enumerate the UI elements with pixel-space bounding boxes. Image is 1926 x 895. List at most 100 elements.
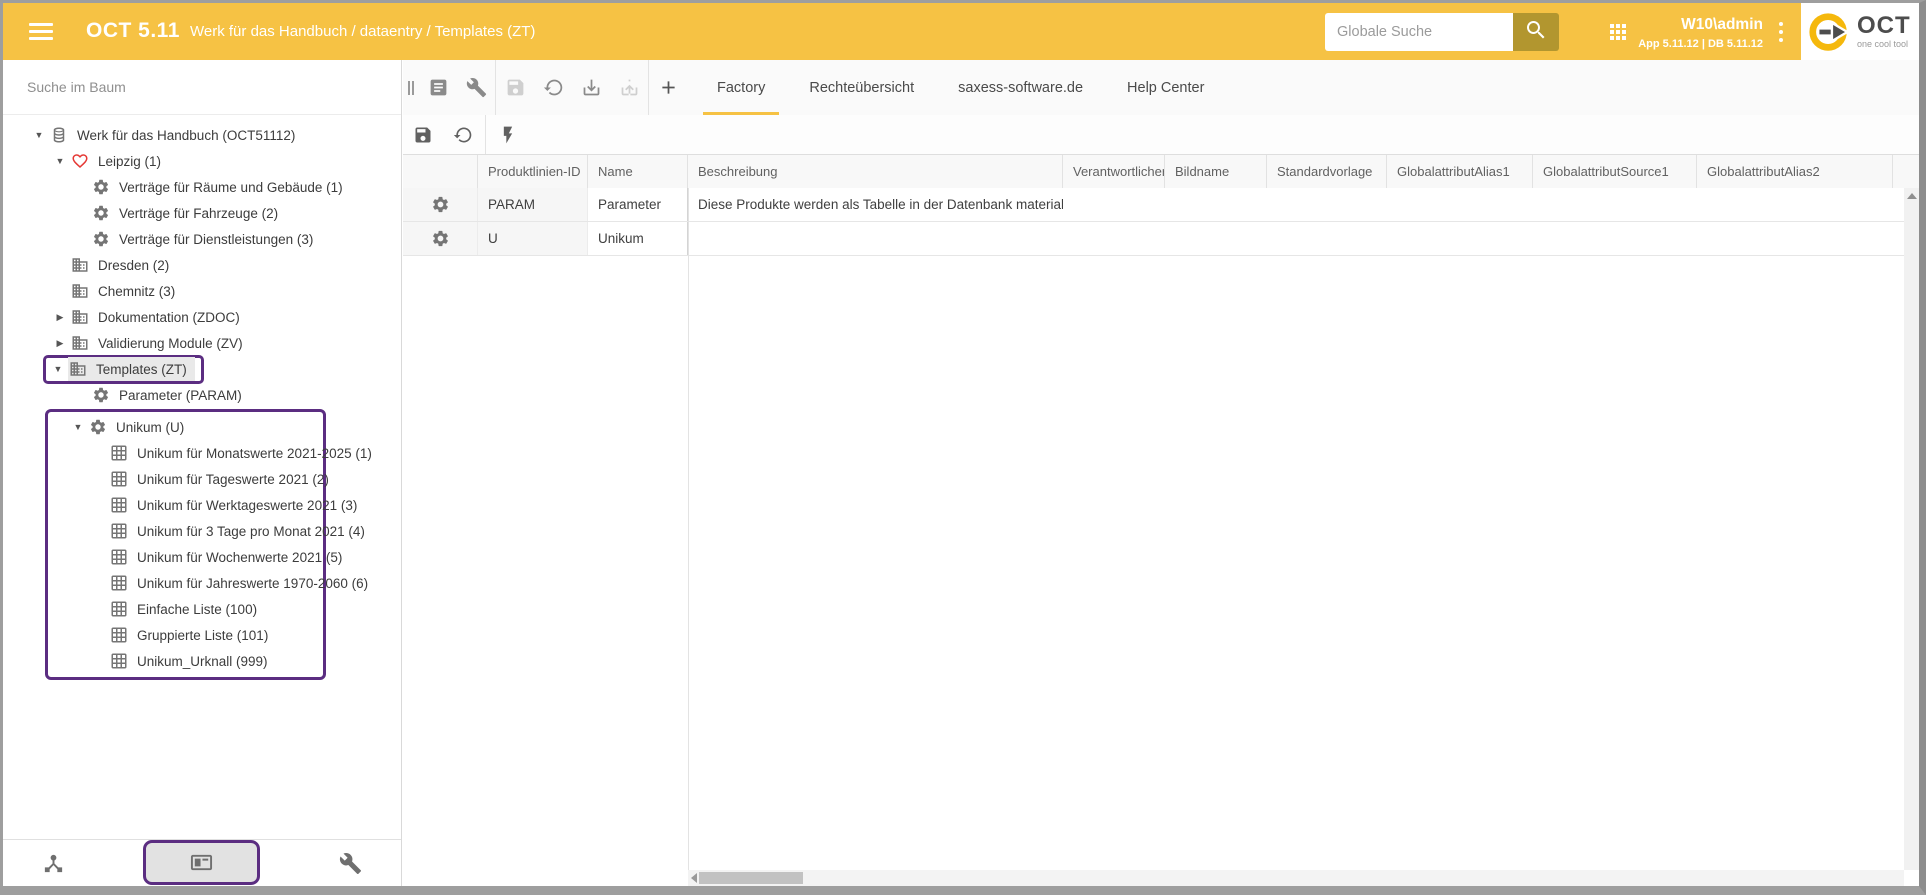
table-body: PARAMParameterDiese Produkte werden als …: [403, 188, 1919, 256]
heart-icon: [71, 152, 89, 170]
horizontal-scrollbar[interactable]: [688, 870, 1904, 886]
expander-right-icon[interactable]: ▶: [50, 304, 70, 330]
tree-item[interactable]: Einfache Liste (100): [48, 596, 323, 622]
column-header-produktlinien-id[interactable]: Produktlinien-ID: [478, 155, 588, 188]
table-cell: U: [478, 222, 588, 255]
tree-item[interactable]: Unikum für 3 Tage pro Monat 2021 (4): [48, 518, 323, 544]
tree-item-label: Templates (ZT): [96, 362, 187, 377]
column-header-bildname[interactable]: Bildname: [1165, 155, 1267, 188]
column-header-globalattributsource1[interactable]: GlobalattributSource1: [1533, 155, 1697, 188]
panel-button[interactable]: [419, 60, 457, 115]
app-title: OCT 5.11: [86, 19, 180, 43]
expander-down-icon[interactable]: ▼: [29, 122, 49, 148]
user-name[interactable]: W10\admin: [1638, 16, 1763, 34]
column-header-globalattributalias1[interactable]: GlobalattributAlias1: [1387, 155, 1533, 188]
tree-item[interactable]: Parameter (PARAM): [3, 382, 401, 408]
column-header-empty[interactable]: [1893, 155, 1919, 188]
vertical-scrollbar[interactable]: [1904, 188, 1919, 870]
menu-icon[interactable]: [29, 23, 53, 40]
tree-item[interactable]: ▼Werk für das Handbuch (OCT51112): [3, 122, 401, 148]
tree-item[interactable]: ▼Unikum (U): [48, 414, 323, 440]
tree-item-label: Unikum für Jahreswerte 1970-2060 (6): [137, 576, 368, 591]
main-panel: FactoryRechteübersichtsaxess-software.de…: [403, 60, 1919, 886]
tree-item[interactable]: Verträge für Räume und Gebäude (1): [3, 174, 401, 200]
row-gear-button[interactable]: [403, 222, 478, 255]
table-row[interactable]: PARAMParameterDiese Produkte werden als …: [403, 188, 1919, 222]
grid-flash-button[interactable]: [488, 115, 528, 154]
table-cell: PARAM: [478, 188, 588, 221]
building-icon: [71, 282, 89, 300]
column-header-empty[interactable]: [403, 155, 478, 188]
expander-down-icon[interactable]: ▼: [68, 414, 88, 440]
tab-rechte-bersicht[interactable]: Rechteübersicht: [787, 60, 936, 115]
database-icon: [50, 126, 68, 144]
grid-icon: [110, 444, 128, 462]
search-icon: [1524, 18, 1548, 42]
download-button[interactable]: [572, 60, 610, 115]
tree-item[interactable]: Unikum für Jahreswerte 1970-2060 (6): [48, 570, 323, 596]
tree-item[interactable]: Gruppierte Liste (101): [48, 622, 323, 648]
upload-button[interactable]: [610, 60, 648, 115]
row-gear-button[interactable]: [403, 188, 478, 221]
tree-item[interactable]: ▼ Templates (ZT): [3, 356, 401, 382]
tree-item-label: Dokumentation (ZDOC): [98, 310, 240, 325]
search-button[interactable]: [1513, 13, 1559, 51]
sidebar-view-hierarchy-button[interactable]: [42, 852, 65, 875]
expander-down-icon[interactable]: ▼: [50, 148, 70, 174]
tree-search-input[interactable]: [25, 78, 379, 96]
history-button[interactable]: [534, 60, 572, 115]
logo-tagline: one cool tool: [1857, 40, 1911, 49]
expander-right-icon[interactable]: ▶: [50, 330, 70, 356]
wrench-button[interactable]: [457, 60, 495, 115]
tree-item[interactable]: ▼Leipzig (1): [3, 148, 401, 174]
add-button[interactable]: [649, 60, 687, 115]
scroll-left-icon[interactable]: [691, 873, 697, 883]
history-icon: [543, 77, 564, 98]
gear-icon: [92, 204, 110, 222]
tab-saxess-software-de[interactable]: saxess-software.de: [936, 60, 1105, 115]
table-cell: [1063, 222, 1165, 255]
main-toolbar: FactoryRechteübersichtsaxess-software.de…: [403, 60, 1919, 115]
tree-item[interactable]: Unikum_Urknall (999): [48, 648, 323, 674]
tree-item-label: Chemnitz (3): [98, 284, 175, 299]
tree-item[interactable]: Unikum für Monatswerte 2021-2025 (1): [48, 440, 323, 466]
tab-help-center[interactable]: Help Center: [1105, 60, 1226, 115]
top-bar: OCT 5.11 Werk für das Handbuch / dataent…: [3, 3, 1919, 60]
expander-down-icon[interactable]: ▼: [48, 356, 68, 382]
save-icon: [505, 77, 526, 98]
tree-item[interactable]: Unikum für Werktageswerte 2021 (3): [48, 492, 323, 518]
table-cell: Diese Produkte werden als Tabelle in der…: [688, 188, 1063, 221]
tree-item-label: Unikum für 3 Tage pro Monat 2021 (4): [137, 524, 365, 539]
tree-item[interactable]: Verträge für Fahrzeuge (2): [3, 200, 401, 226]
tree-item[interactable]: Verträge für Dienstleistungen (3): [3, 226, 401, 252]
sidebar-view-wrench-button[interactable]: [339, 852, 362, 875]
table-cell: Unikum: [588, 222, 688, 255]
panel-resize-handle-icon[interactable]: [403, 60, 419, 115]
tree-item[interactable]: Unikum für Wochenwerte 2021 (5): [48, 544, 323, 570]
grid-history-button[interactable]: [443, 115, 483, 154]
tab-factory[interactable]: Factory: [695, 60, 787, 115]
column-header-verantwortlicher[interactable]: Verantwortlicher: [1063, 155, 1165, 188]
tree-item[interactable]: Unikum für Tageswerte 2021 (2): [48, 466, 323, 492]
column-header-standardvorlage[interactable]: Standardvorlage: [1267, 155, 1387, 188]
grid-icon: [110, 470, 128, 488]
column-header-globalattributalias2[interactable]: GlobalattributAlias2: [1697, 155, 1893, 188]
table-row[interactable]: UUnikum: [403, 222, 1919, 256]
apps-grid-icon[interactable]: [1605, 19, 1631, 45]
sidebar-view-layout-button-highlighted[interactable]: [143, 840, 260, 885]
table-cell: [1063, 188, 1165, 221]
horizontal-scrollbar-thumb[interactable]: [699, 872, 803, 884]
tree-item-label: Dresden (2): [98, 258, 169, 273]
grid-save-button[interactable]: [403, 115, 443, 154]
global-search-input[interactable]: [1325, 13, 1513, 51]
tree-item[interactable]: Dresden (2): [3, 252, 401, 278]
column-header-beschreibung[interactable]: Beschreibung: [688, 155, 1063, 188]
tree-item[interactable]: Chemnitz (3): [3, 278, 401, 304]
save-button[interactable]: [496, 60, 534, 115]
column-header-name[interactable]: Name: [588, 155, 688, 188]
scroll-up-icon[interactable]: [1907, 193, 1917, 199]
kebab-menu-icon[interactable]: [1777, 22, 1785, 42]
table-cell: [1387, 222, 1533, 255]
tree-item[interactable]: ▶ Dokumentation (ZDOC): [3, 304, 401, 330]
tree-item[interactable]: ▶Validierung Module (ZV): [3, 330, 401, 356]
